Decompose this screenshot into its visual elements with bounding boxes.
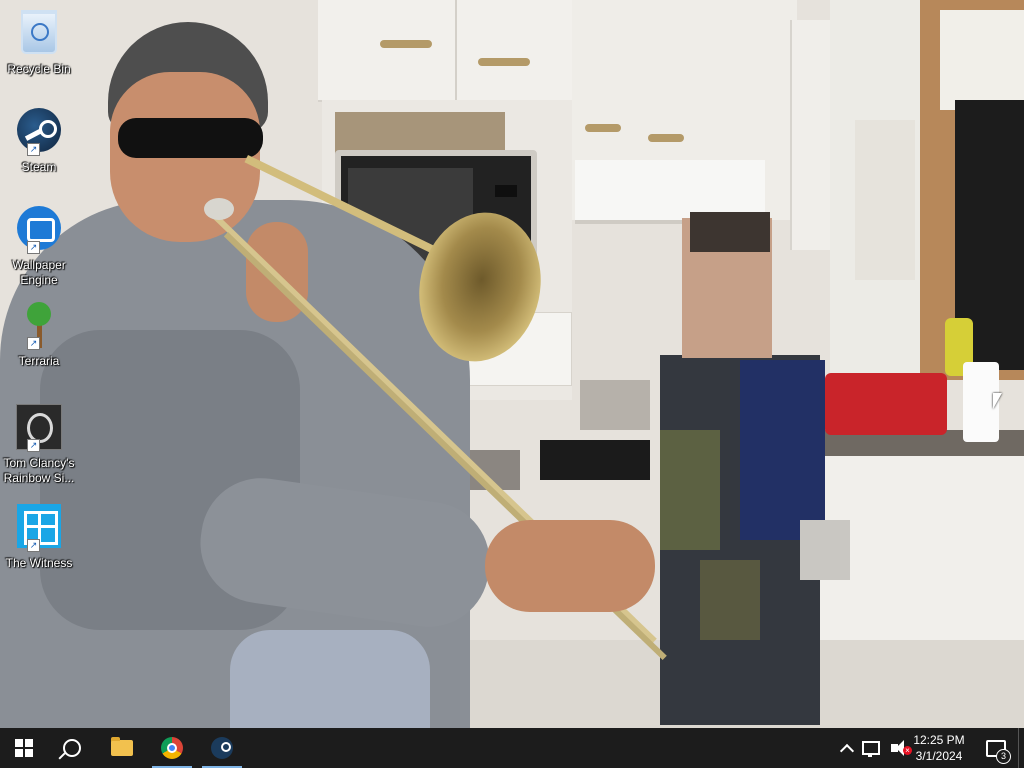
terraria-icon: ↗	[15, 302, 63, 350]
taskbar-steam[interactable]	[198, 728, 246, 768]
desktop-icon-label: Recycle Bin	[7, 62, 71, 76]
the-witness-icon: ↗	[15, 504, 63, 552]
start-button[interactable]	[0, 728, 48, 768]
windows-icon	[15, 739, 33, 757]
notification-icon: 3	[986, 739, 1011, 764]
pixel-block	[660, 430, 720, 550]
desktop-icon-wallpaper-engine[interactable]: ↗ Wallpaper Engine	[2, 204, 76, 288]
folder-icon	[111, 737, 133, 756]
search-button[interactable]	[48, 728, 96, 768]
man-hand	[485, 520, 655, 612]
taskbar: × 12:25 PM 3/1/2024 3	[0, 728, 1024, 768]
steam-icon	[211, 737, 233, 759]
desktop-icon-terraria[interactable]: ↗ Terraria	[2, 302, 76, 369]
chrome-icon	[161, 737, 183, 759]
child-shirt	[740, 360, 825, 540]
network-button[interactable]	[860, 728, 882, 768]
shortcut-arrow-icon: ↗	[27, 241, 40, 254]
clock-date: 3/1/2024	[915, 749, 963, 763]
desktop-icon-label: Tom Clancy's Rainbow Si...	[3, 456, 75, 485]
desktop-icon-recycle-bin[interactable]: Recycle Bin	[2, 6, 76, 77]
cabinet-handle	[380, 40, 432, 48]
clock[interactable]: 12:25 PM 3/1/2024	[905, 728, 973, 768]
pixel-block	[800, 520, 850, 580]
wallpaper-engine-icon: ↗	[15, 206, 63, 254]
network-icon	[862, 741, 880, 757]
desktop-icon-label: Terraria	[18, 354, 60, 368]
taskbar-file-explorer[interactable]	[98, 728, 146, 768]
man-jeans	[230, 630, 430, 728]
desktop-icon-steam[interactable]: ↗ Steam	[2, 106, 76, 175]
desktop-icon-label: Steam	[21, 160, 57, 174]
window-blind	[940, 10, 1024, 110]
pixel-block	[580, 380, 650, 430]
sunglasses	[118, 118, 263, 158]
rainbow-six-icon: ↗	[15, 404, 63, 452]
show-hidden-icons-button[interactable]	[838, 728, 856, 768]
clock-time: 12:25 PM	[913, 733, 965, 747]
cabinet-handle	[585, 124, 621, 132]
shelf	[790, 20, 830, 250]
wall-tile	[855, 120, 915, 280]
shortcut-arrow-icon: ↗	[27, 439, 40, 452]
show-desktop-button[interactable]	[1018, 728, 1024, 768]
steam-icon: ↗	[15, 108, 63, 156]
search-icon	[63, 739, 81, 757]
desktop-icon-label: Wallpaper Engine	[12, 258, 66, 287]
microwave-display	[495, 185, 517, 197]
desktop-icon-label: The Witness	[5, 556, 73, 570]
shortcut-arrow-icon: ↗	[27, 143, 40, 156]
trombone-mouthpiece	[204, 198, 234, 220]
shortcut-arrow-icon: ↗	[27, 539, 40, 552]
cabinet-handle	[648, 134, 684, 142]
speaker-icon	[890, 740, 904, 756]
recycle-bin-icon	[15, 10, 63, 58]
action-center-button[interactable]: 3	[981, 728, 1011, 768]
cabinet-seam	[455, 0, 457, 100]
toaster	[825, 373, 947, 435]
chevron-up-icon	[839, 743, 855, 758]
shortcut-arrow-icon: ↗	[27, 337, 40, 350]
desktop-wallpaper	[0, 0, 1024, 728]
child-hair	[690, 212, 770, 252]
desktop-icon-the-witness[interactable]: ↗ The Witness	[2, 502, 76, 571]
notification-count: 3	[996, 748, 1011, 764]
pixel-block	[700, 560, 760, 640]
kitchen-cabinet	[318, 0, 573, 102]
cabinet-handle	[478, 58, 530, 66]
mouse-cursor-icon	[993, 393, 1002, 409]
pixel-block	[540, 440, 650, 480]
taskbar-chrome[interactable]	[148, 728, 196, 768]
volume-button[interactable]: ×	[883, 728, 912, 768]
desktop-icon-rainbow-six[interactable]: ↗ Tom Clancy's Rainbow Si...	[2, 402, 76, 486]
